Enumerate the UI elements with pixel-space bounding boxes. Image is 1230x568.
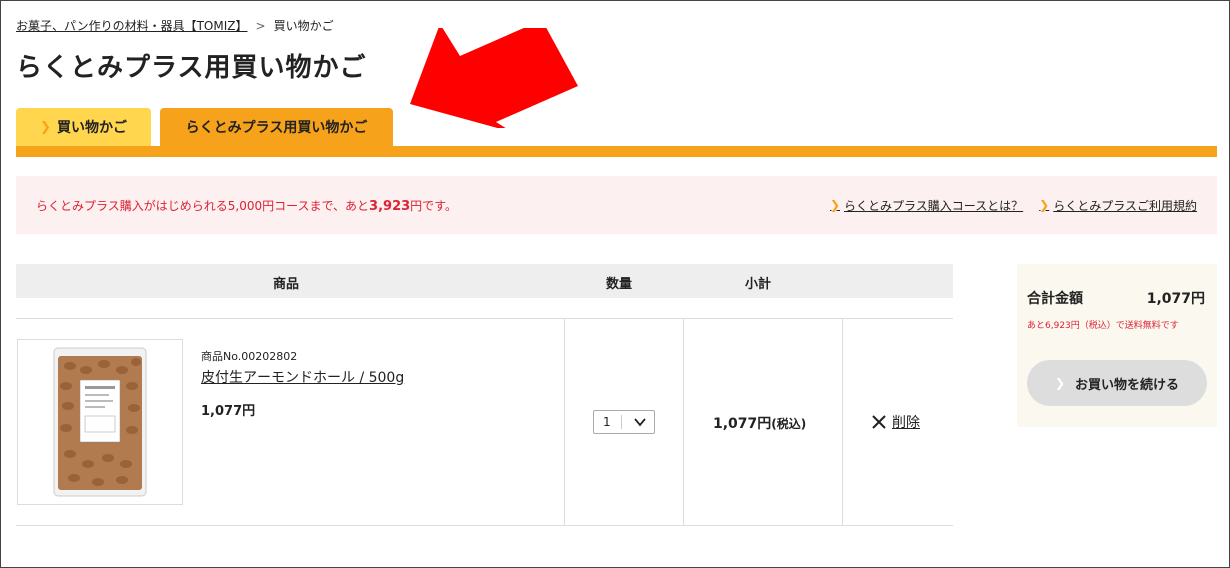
close-icon xyxy=(872,415,886,429)
delete-label: 削除 xyxy=(892,415,920,431)
notice-message: らくとみプラス購入がはじめられる5,000円コースまで、あと3,923円です。 xyxy=(36,197,814,214)
cart-table-header: 商品 数量 小計 xyxy=(16,264,953,298)
breadcrumb: お菓子、パン作りの材料・器具【TOMIZ】 > 買い物かご xyxy=(16,17,334,34)
breadcrumb-current: 買い物かご xyxy=(273,19,334,33)
chevron-right-icon: ❯ xyxy=(40,119,51,135)
header-subtotal: 小計 xyxy=(745,277,772,292)
chevron-down-icon xyxy=(634,418,646,427)
delete-item-button[interactable]: 削除 xyxy=(872,412,920,432)
total-label: 合計金額 xyxy=(1027,291,1083,307)
terms-link-label: らくとみプラスご利用規約 xyxy=(1053,198,1197,213)
chevron-right-icon: ❯ xyxy=(1054,376,1066,390)
header-product: 商品 xyxy=(273,277,300,292)
rakutomi-notice: らくとみプラス購入がはじめられる5,000円コースまで、あと3,923円です。 … xyxy=(16,176,1217,234)
tab-cart-label: 買い物かご xyxy=(56,120,127,136)
row-subtotal: 1,077円(税込) xyxy=(713,413,806,433)
free-shipping-note: あと6,923円（税込）で送料無料です xyxy=(1027,321,1179,331)
notice-text-before: らくとみプラス購入がはじめられる5,000円コースまで、あと xyxy=(36,198,370,213)
notice-amount: 3,923 xyxy=(369,198,411,214)
product-number: 商品No.00202802 xyxy=(201,350,298,363)
column-divider xyxy=(564,319,565,525)
product-thumbnail[interactable] xyxy=(17,339,183,505)
chevron-right-icon: ❯ xyxy=(1039,198,1050,212)
tab-rakutomi-cart-label: らくとみプラス用買い物かご xyxy=(185,120,368,136)
total-value: 1,077円 xyxy=(1146,291,1205,307)
almond-bag-image xyxy=(53,347,147,497)
order-summary: 合計金額 1,077円 あと6,923円（税込）で送料無料です ❯ お買い物を続… xyxy=(1017,264,1217,427)
tab-rakutomi-cart[interactable]: ❯ らくとみプラス用買い物かご xyxy=(160,108,393,146)
course-info-link[interactable]: ❯ らくとみプラス購入コースとは？ xyxy=(830,197,1023,214)
column-divider xyxy=(842,319,843,525)
select-divider xyxy=(621,415,622,429)
red-arrow-annotation xyxy=(410,28,578,128)
row-subtotal-value: 1,077円 xyxy=(713,416,772,432)
product-price: 1,077円 xyxy=(201,404,256,419)
notice-text-after: 円です。 xyxy=(410,198,457,213)
course-info-link-label: らくとみプラス購入コースとは？ xyxy=(844,198,1024,213)
terms-link[interactable]: ❯ らくとみプラスご利用規約 xyxy=(1039,197,1197,214)
breadcrumb-home-link[interactable]: お菓子、パン作りの材料・器具【TOMIZ】 xyxy=(16,17,248,34)
page-title: らくとみプラス用買い物かご xyxy=(16,53,367,83)
product-name-link[interactable]: 皮付生アーモンドホール / 500g xyxy=(201,367,404,387)
quantity-value: 1 xyxy=(603,415,611,429)
header-quantity: 数量 xyxy=(606,277,633,292)
tab-underline-bar xyxy=(16,146,1217,157)
quantity-select[interactable]: 1 xyxy=(593,410,655,434)
table-row: 商品No.00202802 皮付生アーモンドホール / 500g 1,077円 … xyxy=(16,318,953,526)
chevron-right-icon: ❯ xyxy=(829,198,840,212)
continue-shopping-button[interactable]: ❯ お買い物を続ける xyxy=(1027,360,1207,406)
tab-cart[interactable]: ❯ 買い物かご xyxy=(16,108,151,146)
continue-shopping-label: お買い物を続ける xyxy=(1075,377,1180,393)
tax-note: (税込) xyxy=(771,417,807,431)
breadcrumb-separator: > xyxy=(255,18,266,33)
column-divider xyxy=(683,319,684,525)
